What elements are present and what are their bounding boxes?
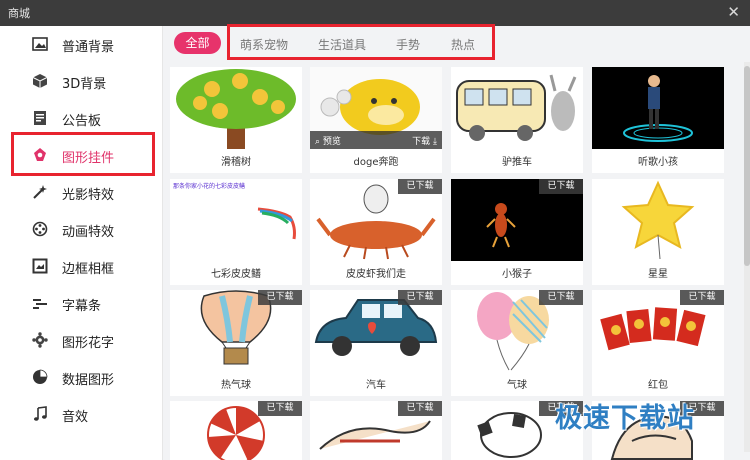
- sticker-card[interactable]: 驴推车: [451, 67, 583, 173]
- sticker-card[interactable]: 滑稽树: [170, 67, 302, 173]
- sticker-label: 红包: [648, 380, 668, 391]
- downloaded-badge: 已下载: [398, 290, 442, 305]
- music-note-icon: [34, 406, 47, 421]
- sticker-thumbnail: [592, 67, 724, 149]
- sticker-card[interactable]: 已下载: [310, 401, 442, 460]
- sidebar-item-light-effects[interactable]: 光影特效: [0, 174, 163, 210]
- sticker-thumbnail: [451, 67, 583, 149]
- sticker-label: 驴推车: [502, 157, 532, 168]
- sticker-thumbnail: [170, 67, 302, 149]
- sticker-card[interactable]: 听歌小孩: [592, 67, 724, 173]
- sticker-label: doge奔跑: [353, 157, 399, 168]
- watermark-text: 极速下载站: [555, 403, 695, 434]
- board-icon: [34, 111, 46, 125]
- sidebar-item-label: 公告板: [62, 114, 102, 129]
- sticker-label: 星星: [648, 269, 668, 280]
- gear-flower-icon: [32, 332, 48, 348]
- sticker-label: 小猴子: [502, 269, 532, 280]
- highlight-box-tabs: [227, 24, 495, 60]
- tab-all[interactable]: 全部: [174, 32, 221, 54]
- preview-label: 预览: [322, 137, 341, 147]
- downloaded-badge: 已下载: [398, 179, 442, 194]
- cube-icon: [32, 74, 48, 88]
- sidebar-item-animation-effects[interactable]: 动画特效: [0, 211, 163, 247]
- sidebar-item-bulletin-board[interactable]: 公告板: [0, 100, 163, 136]
- downloaded-badge: 已下载: [539, 179, 583, 194]
- sidebar-item-frames[interactable]: 边框相框: [0, 248, 163, 284]
- sidebar-item-label: 图形花字: [62, 336, 115, 351]
- sidebar-item-fancy-text[interactable]: 图形花字: [0, 322, 163, 358]
- sticker-card[interactable]: 已下载 气球: [451, 290, 583, 396]
- sidebar-item-label: 普通背景: [62, 40, 115, 55]
- sticker-caption: 那条你家小花的七彩皮皮鳝: [173, 183, 246, 190]
- sidebar-item-subtitle-bars[interactable]: 字幕条: [0, 285, 163, 321]
- download-button[interactable]: 下载 ⤓: [412, 134, 437, 147]
- sticker-label: 热气球: [221, 380, 251, 391]
- sidebar-item-label: 数据图形: [62, 373, 115, 388]
- sidebar-item-data-graphics[interactable]: 数据图形: [0, 359, 163, 395]
- sticker-card[interactable]: 已下载 汽车: [310, 290, 442, 396]
- downloaded-badge: 已下载: [398, 401, 442, 416]
- scrollbar-thumb[interactable]: [744, 66, 750, 266]
- highlight-box-sidebar: [11, 132, 155, 176]
- downloaded-badge: 已下载: [258, 290, 302, 305]
- sticker-thumbnail: [592, 179, 724, 261]
- close-icon[interactable]: ✕: [727, 3, 740, 21]
- sticker-card[interactable]: 已下载: [170, 401, 302, 460]
- sticker-label: 皮皮虾我们走: [346, 269, 406, 280]
- frame-icon: [32, 258, 48, 274]
- film-reel-icon: [32, 221, 48, 237]
- sticker-label: 听歌小孩: [638, 157, 678, 168]
- image-icon: [32, 37, 48, 51]
- sticker-label: 气球: [507, 380, 527, 391]
- download-label: 下载: [412, 137, 431, 147]
- sticker-card[interactable]: 已下载 热气球: [170, 290, 302, 396]
- sticker-label: 汽车: [366, 380, 386, 391]
- sidebar-item-3d-background[interactable]: 3D背景: [0, 63, 163, 99]
- sticker-card[interactable]: 星星: [592, 179, 724, 285]
- sidebar-item-label: 音效: [62, 410, 89, 425]
- sticker-label: 滑稽树: [221, 157, 251, 168]
- sidebar-item-label: 动画特效: [62, 225, 115, 240]
- magic-wand-icon: [33, 185, 47, 199]
- subtitle-icon: [33, 299, 47, 309]
- downloaded-badge: 已下载: [680, 290, 724, 305]
- sticker-card[interactable]: 那条你家小花的七彩皮皮鳝 七彩皮皮鳝: [170, 179, 302, 285]
- sidebar-item-label: 边框相框: [62, 262, 115, 277]
- sidebar-item-normal-background[interactable]: 普通背景: [0, 26, 163, 62]
- sticker-card[interactable]: 已下载 红包: [592, 290, 724, 396]
- sticker-card[interactable]: ⌕ 预览 下载 ⤓ doge奔跑: [310, 67, 442, 173]
- window-title: 商城: [8, 7, 30, 20]
- sticker-card[interactable]: 已下载 小猴子: [451, 179, 583, 285]
- sidebar-item-label: 3D背景: [62, 77, 107, 92]
- main-panel: 全部 萌系宠物 生活道具 手势 热点 滑稽树 ⌕ 预览 下载 ⤓ doge奔跑 …: [163, 24, 750, 460]
- preview-button[interactable]: ⌕ 预览: [315, 134, 341, 147]
- sticker-label: 七彩皮皮鳝: [211, 269, 261, 280]
- pie-chart-icon: [33, 369, 48, 384]
- sidebar: 普通背景 3D背景 公告板 图形挂件 光影特效 动画特效 边框相框 字幕条 图形…: [0, 26, 163, 460]
- sidebar-item-label: 字幕条: [62, 299, 102, 314]
- downloaded-badge: 已下载: [539, 290, 583, 305]
- title-bar: 商城 ✕: [0, 0, 750, 26]
- downloaded-badge: 已下载: [258, 401, 302, 416]
- sidebar-item-sound-effects[interactable]: 音效: [0, 396, 163, 432]
- sticker-card[interactable]: 已下载 皮皮虾我们走: [310, 179, 442, 285]
- sidebar-item-label: 光影特效: [62, 188, 115, 203]
- hover-action-bar: ⌕ 预览 下载 ⤓: [310, 131, 442, 149]
- sticker-thumbnail: 那条你家小花的七彩皮皮鳝: [170, 179, 302, 261]
